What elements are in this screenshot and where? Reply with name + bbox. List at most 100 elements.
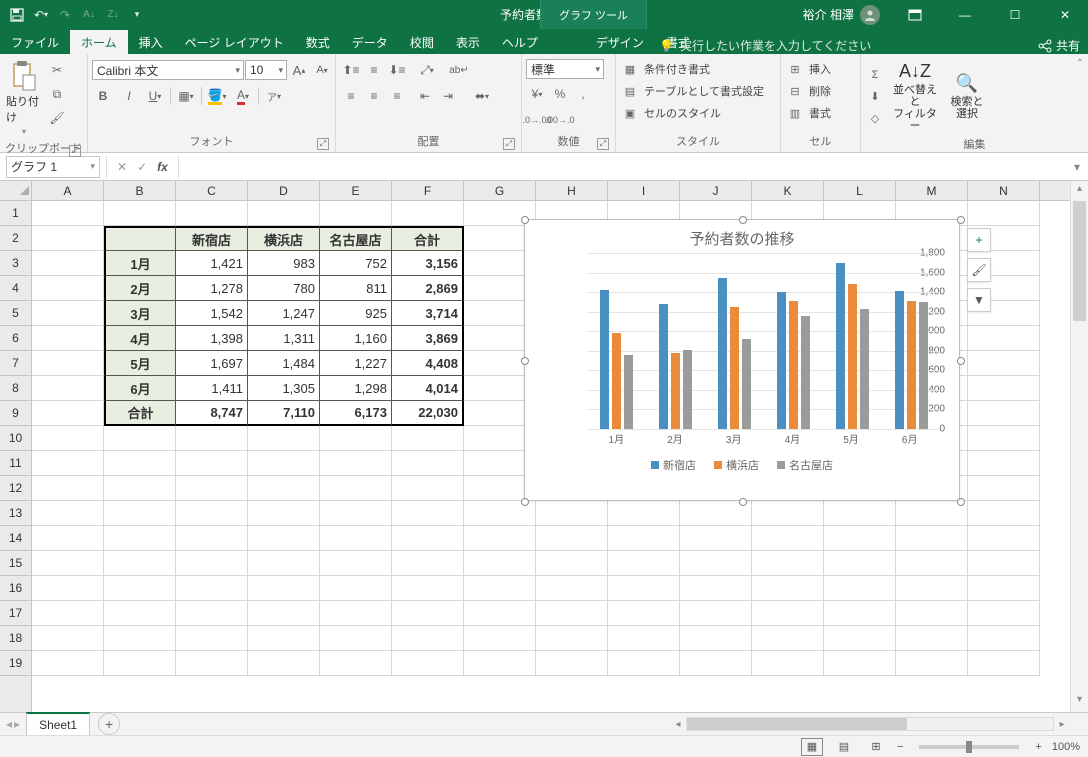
cell[interactable]: 811 [320, 276, 392, 301]
cell[interactable] [680, 576, 752, 601]
cell[interactable]: 1,411 [176, 376, 248, 401]
selection-handle[interactable] [521, 357, 529, 365]
increase-indent-button[interactable]: ⇥ [437, 85, 459, 107]
row-header-15[interactable]: 15 [0, 551, 31, 576]
cell[interactable] [968, 476, 1040, 501]
cell[interactable] [320, 476, 392, 501]
cell[interactable]: 名古屋店 [320, 226, 392, 251]
cell[interactable]: 1,227 [320, 351, 392, 376]
cell[interactable] [320, 426, 392, 451]
scrollbar-thumb[interactable] [1073, 201, 1086, 321]
bar[interactable] [895, 291, 904, 429]
row-header-7[interactable]: 7 [0, 351, 31, 376]
cell[interactable] [968, 376, 1040, 401]
cell[interactable] [896, 576, 968, 601]
row-header-4[interactable]: 4 [0, 276, 31, 301]
format-as-table-button[interactable]: ▤テーブルとして書式設定 [620, 81, 776, 101]
tab-formulas[interactable]: 数式 [295, 30, 341, 54]
column-header-L[interactable]: L [824, 181, 896, 200]
cell-styles-button[interactable]: ▣セルのスタイル [620, 103, 776, 123]
scroll-down-icon[interactable]: ▾ [1071, 694, 1088, 710]
column-header-C[interactable]: C [176, 181, 248, 200]
selection-handle[interactable] [521, 216, 529, 224]
bar[interactable] [742, 339, 751, 429]
insert-function-button[interactable]: fx [157, 160, 168, 174]
dialog-launcher-icon[interactable]: ⤢ [69, 145, 81, 157]
orientation-button[interactable]: ⤢▾ [416, 59, 438, 81]
fill-color-button[interactable]: 🪣▾ [206, 85, 228, 107]
add-sheet-button[interactable]: + [98, 713, 120, 735]
share-button[interactable]: 共有 [1038, 37, 1080, 54]
row-header-16[interactable]: 16 [0, 576, 31, 601]
selection-handle[interactable] [521, 498, 529, 506]
cell[interactable] [968, 451, 1040, 476]
cell[interactable] [824, 526, 896, 551]
cell[interactable] [248, 451, 320, 476]
cell[interactable] [32, 576, 104, 601]
cell[interactable]: 合計 [104, 401, 176, 426]
chart-styles-button[interactable]: 🖌 [967, 258, 991, 282]
cell[interactable] [320, 526, 392, 551]
chart-object[interactable]: +🖌▼予約者数の推移02004006008001,0001,2001,4001,… [524, 219, 960, 501]
cell[interactable] [392, 526, 464, 551]
column-header-H[interactable]: H [536, 181, 608, 200]
bar[interactable] [789, 301, 798, 429]
cancel-formula-icon[interactable]: ✕ [117, 160, 127, 174]
cell[interactable]: 22,030 [392, 401, 464, 426]
cell[interactable] [968, 326, 1040, 351]
cell[interactable]: 4,408 [392, 351, 464, 376]
scroll-right-icon[interactable]: ▸ [1054, 719, 1070, 730]
selection-handle[interactable] [957, 357, 965, 365]
row-header-8[interactable]: 8 [0, 376, 31, 401]
cell[interactable] [104, 476, 176, 501]
cell[interactable]: 1,542 [176, 301, 248, 326]
column-header-M[interactable]: M [896, 181, 968, 200]
cell[interactable] [176, 626, 248, 651]
cell[interactable] [968, 626, 1040, 651]
scroll-up-icon[interactable]: ▴ [1071, 183, 1088, 199]
tab-help[interactable]: ヘルプ [491, 30, 549, 54]
cell[interactable]: 6月 [104, 376, 176, 401]
font-size-combo[interactable]: 10 [245, 60, 287, 80]
cell[interactable] [32, 326, 104, 351]
cell[interactable]: 1,398 [176, 326, 248, 351]
align-top-button[interactable]: ⬆≡ [340, 59, 362, 81]
cell[interactable] [320, 651, 392, 676]
cell[interactable] [536, 551, 608, 576]
cell[interactable] [32, 451, 104, 476]
row-header-5[interactable]: 5 [0, 301, 31, 326]
find-select-button[interactable]: 🔍 検索と 選択 [945, 71, 989, 122]
cell[interactable] [176, 601, 248, 626]
chart-title[interactable]: 予約者数の推移 [525, 220, 959, 253]
cell[interactable]: 1,278 [176, 276, 248, 301]
row-header-2[interactable]: 2 [0, 226, 31, 251]
cell[interactable] [176, 526, 248, 551]
cell[interactable] [320, 576, 392, 601]
cell[interactable] [680, 651, 752, 676]
cell[interactable]: 925 [320, 301, 392, 326]
cell[interactable] [104, 426, 176, 451]
cell[interactable] [248, 476, 320, 501]
column-header-B[interactable]: B [104, 181, 176, 200]
bar[interactable] [907, 301, 916, 429]
cell[interactable] [176, 551, 248, 576]
insert-cells-button[interactable]: ⊞挿入 [785, 59, 856, 79]
cell[interactable] [32, 351, 104, 376]
sheet-nav-prev[interactable]: ◂ [6, 717, 12, 731]
column-header-G[interactable]: G [464, 181, 536, 200]
cell[interactable] [248, 526, 320, 551]
tell-me-search[interactable]: 💡 実行したい作業を入力してください [659, 37, 871, 54]
cell[interactable] [32, 476, 104, 501]
cell[interactable]: 横浜店 [248, 226, 320, 251]
tab-design[interactable]: デザイン [585, 30, 655, 54]
cell[interactable] [968, 501, 1040, 526]
cell[interactable] [32, 276, 104, 301]
cell[interactable] [968, 351, 1040, 376]
cell[interactable] [248, 601, 320, 626]
cell[interactable] [32, 226, 104, 251]
cell[interactable] [248, 551, 320, 576]
cell[interactable] [752, 501, 824, 526]
cell[interactable] [464, 651, 536, 676]
qat-customize[interactable]: ▾ [126, 4, 148, 26]
cell[interactable] [824, 626, 896, 651]
